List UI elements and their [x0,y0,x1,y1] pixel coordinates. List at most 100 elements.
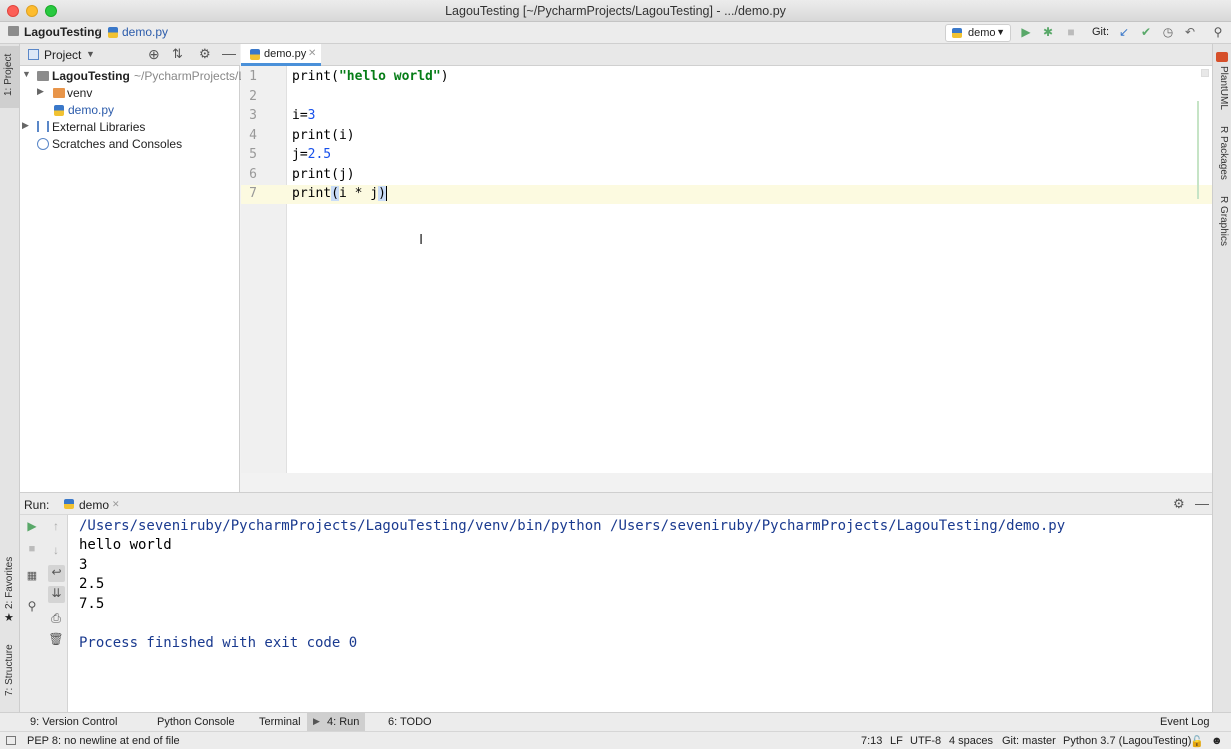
git-branch[interactable]: Git: master [1002,735,1056,747]
r-graphics-tool-label[interactable]: R Graphics [1218,196,1229,246]
folder-icon [53,88,65,98]
inspection-indicator[interactable] [1201,69,1209,77]
r-packages-tool-label[interactable]: R Packages [1218,126,1229,180]
plantuml-icon [1216,52,1228,62]
console-line: 7.5 [79,596,105,612]
tool-tab-todo[interactable]: 6: TODO [388,716,432,728]
project-tool-tab[interactable]: 1: Project [0,46,19,108]
debug-icon[interactable]: ✱ [1041,25,1055,39]
folder-icon [8,26,19,36]
plantuml-tool-label[interactable]: PlantUML [1218,66,1229,110]
collapse-all-icon[interactable]: ⇅ [172,46,183,62]
indent-setting[interactable]: 4 spaces [949,735,993,747]
code-line-7: print(i * j) [292,186,387,201]
breadcrumb-project[interactable]: LagouTesting [24,25,102,39]
close-icon[interactable]: ✕ [112,499,120,510]
lock-icon[interactable]: 🔓 [1190,735,1204,748]
line-number: 2 [249,89,257,104]
python-file-icon [108,27,118,38]
search-icon[interactable]: ⚲ [1211,25,1225,39]
tree-item-label: Scratches and Consoles [52,137,183,151]
run-console-output[interactable]: /Users/seveniruby/PycharmProjects/LagouT… [68,515,1212,712]
gear-icon[interactable]: ⚙ [199,46,211,62]
chevron-right-icon: ▶ [22,120,29,130]
close-icon[interactable]: ✕ [308,48,316,59]
star-icon: ★ [4,612,14,624]
project-view-title[interactable]: Project [44,48,81,62]
locate-icon[interactable]: ⊕ [148,46,160,63]
hide-icon[interactable]: — [1195,495,1209,511]
code-line-6: print(j) [292,167,355,182]
event-log[interactable]: Event Log [1160,716,1210,728]
run-panel-header: Run: demo ✕ ⚙ — [20,492,1212,515]
tool-tab-terminal[interactable]: Terminal [259,716,301,728]
arrow-up-icon[interactable]: ↑ [44,519,68,533]
current-line-highlight [287,185,1212,204]
hide-icon[interactable]: — [222,45,236,61]
console-line: 3 [79,557,88,573]
rollback-icon[interactable]: ↶ [1183,25,1197,39]
breadcrumb-file[interactable]: demo.py [122,25,168,39]
soft-wrap-icon[interactable]: ↩ [48,565,65,582]
history-icon[interactable]: ◷ [1161,25,1175,39]
rerun-icon[interactable]: ▶ [20,519,44,533]
console-line: Process finished with exit code 0 [79,635,358,651]
python-interpreter[interactable]: Python 3.7 (LagouTesting) [1063,735,1191,747]
tree-item-label: LagouTesting [52,69,130,83]
scratches-icon [37,138,49,150]
run-tab-label[interactable]: demo [79,498,109,512]
chevron-down-icon[interactable]: ▼ [86,49,95,59]
run-icon: ▶ [313,716,320,726]
gear-icon[interactable]: ⚙ [1173,496,1185,512]
trash-icon[interactable]: 🗑 [44,632,68,646]
favorites-tool-label: 2: Favorites [4,556,15,609]
project-tree: ▼ LagouTesting ~/PycharmProjects/L ▶ ven… [20,66,245,492]
scroll-to-end-icon[interactable]: ⇊ [48,586,65,603]
title-bar: LagouTesting [~/PycharmProjects/LagouTes… [0,0,1231,22]
tree-item-path: ~/PycharmProjects/L [134,69,246,83]
line-number: 1 [249,69,257,84]
tool-tab-run[interactable]: ▶ 4: Run [307,713,365,731]
project-tool-label: 1: Project [3,53,14,96]
structure-tool-label: 7: Structure [4,644,15,696]
line-separator[interactable]: LF [890,735,903,747]
caret-position[interactable]: 7:13 [861,735,882,747]
editor-tab-label: demo.py [264,48,307,60]
git-commit-icon[interactable]: ✔ [1139,25,1153,39]
editor-tab-demo-py[interactable]: demo.py ✕ [241,44,321,66]
status-message: PEP 8: no newline at end of file [27,735,180,747]
line-number: 7 [249,186,257,201]
status-bar: PEP 8: no newline at end of file 7:13 LF… [0,731,1231,749]
tool-tab-version-control[interactable]: 9: Version Control [30,716,117,728]
layout-icon[interactable]: ▦ [20,569,44,582]
run-icon[interactable]: ▶ [1019,25,1033,39]
python-file-icon [250,49,260,60]
favorites-tool-tab[interactable]: 2: Favorites ★ [0,549,19,629]
toggle-tool-windows-icon[interactable] [6,736,16,745]
pin-icon[interactable]: ⚲ [20,599,44,613]
inspector-icon[interactable]: ☻ [1211,735,1223,747]
tool-window-bar: 9: Version Control Python Console Termin… [0,712,1231,731]
stop-icon[interactable]: ■ [1064,25,1078,39]
print-icon[interactable]: ⎙ [44,611,68,626]
library-icon [37,121,49,132]
tool-tab-run-label: 4: Run [327,716,360,728]
project-view-icon [28,49,39,60]
code-editor[interactable]: print("hello world") i=3 print(i) j=2.5 … [287,66,1212,473]
editor-gutter: 1 2 3 4 5 6 7 [241,66,287,473]
change-marker [1197,101,1199,199]
run-configuration-select[interactable]: demo ▼ [945,24,1011,42]
python-file-icon [54,105,64,116]
tree-item-label: venv [67,86,93,100]
python-icon [952,28,962,38]
stop-icon[interactable]: ■ [20,543,44,555]
tree-item-label: External Libraries [52,120,146,134]
text-cursor-icon: I [419,231,424,248]
tool-tab-python-console[interactable]: Python Console [157,716,235,728]
line-number: 4 [249,128,257,143]
file-encoding[interactable]: UTF-8 [910,735,941,747]
arrow-down-icon[interactable]: ↓ [44,543,68,557]
window-title: LagouTesting [~/PycharmProjects/LagouTes… [445,4,786,18]
git-update-icon[interactable]: ↙ [1117,25,1131,39]
structure-tool-tab[interactable]: 7: Structure [0,634,19,709]
